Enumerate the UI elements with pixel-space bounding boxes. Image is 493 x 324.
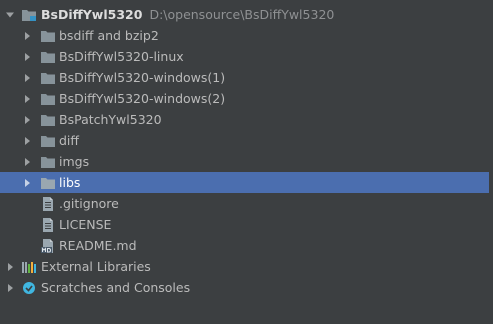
tree-item-file[interactable]: README.md — [0, 235, 493, 256]
chevron-right-icon[interactable] — [21, 46, 33, 67]
tree-item-label: .gitignore — [59, 196, 119, 211]
chevron-right-icon[interactable] — [4, 256, 16, 277]
tree-item-label: README.md — [59, 238, 137, 253]
folder-icon — [40, 112, 56, 128]
folder-icon — [40, 175, 56, 191]
chevron-right-icon[interactable] — [21, 151, 33, 172]
tree-item-label: BsPatchYwl5320 — [59, 112, 162, 127]
folder-icon — [40, 49, 56, 65]
tree-item-folder[interactable]: imgs — [0, 151, 493, 172]
folder-icon — [40, 28, 56, 44]
tree-item-folder[interactable]: BsDiffYwl5320-windows(1) — [0, 67, 493, 88]
tree-item-folder-selected[interactable]: libs — [0, 172, 493, 193]
tree-item-external-libraries[interactable]: External Libraries — [0, 256, 493, 277]
folder-icon — [40, 154, 56, 170]
tree-item-file[interactable]: .gitignore — [0, 193, 493, 214]
folder-icon — [40, 133, 56, 149]
tree-item-label: imgs — [59, 154, 90, 169]
root-module-path: D:\opensource\BsDiffYwl5320 — [149, 7, 335, 22]
tree-item-label: bsdiff and bzip2 — [59, 28, 159, 43]
vertical-scrollbar[interactable] — [489, 0, 493, 324]
tree-item-folder[interactable]: BsPatchYwl5320 — [0, 109, 493, 130]
tree-item-folder[interactable]: diff — [0, 130, 493, 151]
tree-item-label: BsDiffYwl5320-windows(2) — [59, 91, 226, 106]
tree-item-label: External Libraries — [41, 259, 151, 274]
tree-item-label: Scratches and Consoles — [41, 280, 191, 295]
chevron-right-icon[interactable] — [21, 25, 33, 46]
folder-icon — [40, 70, 56, 86]
chevron-right-icon[interactable] — [21, 172, 33, 193]
tree-item-label: diff — [59, 133, 80, 148]
text-file-icon — [40, 217, 56, 233]
tree-item-label: BsDiffYwl5320-linux — [59, 49, 184, 64]
root-module-name: BsDiffYwl5320 — [41, 7, 143, 22]
chevron-right-icon[interactable] — [21, 109, 33, 130]
tree-item-folder[interactable]: BsDiffYwl5320-linux — [0, 46, 493, 67]
chevron-right-icon[interactable] — [21, 88, 33, 109]
tree-item-folder[interactable]: bsdiff and bzip2 — [0, 25, 493, 46]
tree-item-label: BsDiffYwl5320-windows(1) — [59, 70, 226, 85]
tree-item-scratches[interactable]: Scratches and Consoles — [0, 277, 493, 298]
module-folder-icon — [21, 7, 37, 23]
text-file-icon — [40, 196, 56, 212]
tree-item-label: libs — [59, 175, 81, 190]
chevron-right-icon[interactable] — [21, 67, 33, 88]
tree-item-folder[interactable]: BsDiffYwl5320-windows(2) — [0, 88, 493, 109]
project-tree: BsDiffYwl5320 D:\opensource\BsDiffYwl5320… — [0, 4, 493, 298]
chevron-right-icon[interactable] — [4, 277, 16, 298]
libraries-icon — [21, 259, 37, 275]
scratches-icon — [21, 280, 37, 296]
tree-item-label: LICENSE — [59, 217, 112, 232]
chevron-right-icon[interactable] — [21, 130, 33, 151]
chevron-down-icon[interactable] — [4, 4, 16, 25]
markdown-file-icon — [40, 238, 56, 254]
folder-icon — [40, 91, 56, 107]
tree-root-module[interactable]: BsDiffYwl5320 D:\opensource\BsDiffYwl5320 — [0, 4, 493, 25]
tree-item-file[interactable]: LICENSE — [0, 214, 493, 235]
